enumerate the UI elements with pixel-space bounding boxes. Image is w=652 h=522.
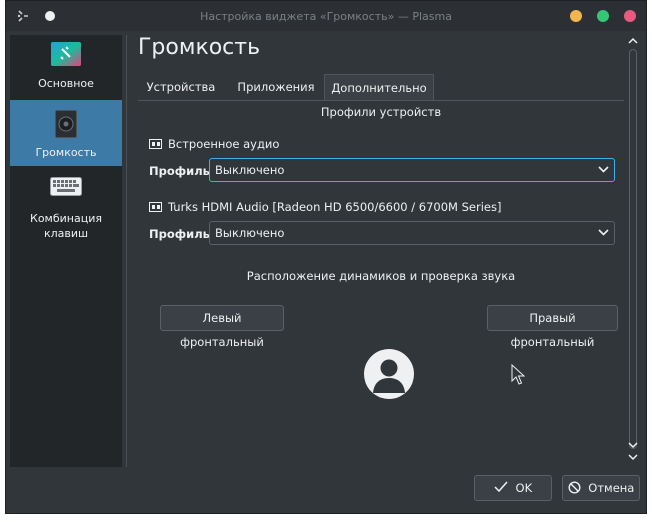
chevron-down-icon bbox=[598, 159, 609, 189]
cancel-button[interactable]: Отмена bbox=[562, 475, 640, 501]
mouse-cursor-icon bbox=[511, 363, 526, 390]
ok-button-label: OK bbox=[515, 481, 533, 495]
cancel-button-label: Отмена bbox=[588, 481, 635, 495]
profile-select-value: Выключено bbox=[215, 226, 285, 240]
sidebar-item-volume[interactable]: Громкость bbox=[10, 100, 122, 166]
sidebar-item-label: Комбинация клавиш bbox=[30, 212, 102, 240]
profile-select-value: Выключено bbox=[215, 163, 285, 177]
device-row: Turks HDMI Audio [Radeon HD 6500/6600 / … bbox=[149, 200, 502, 214]
keyboard-icon bbox=[50, 175, 82, 203]
minimize-button[interactable] bbox=[570, 10, 582, 22]
speaker-section-title: Расположение динамиков и проверка звука bbox=[246, 269, 516, 283]
profile-label: Профиль: bbox=[149, 227, 215, 241]
right-front-speaker-button[interactable]: Правый фронтальный bbox=[487, 305, 618, 349]
sidebar-item-label: Основное bbox=[38, 77, 94, 90]
speaker-icon bbox=[50, 110, 82, 138]
chevron-down-icon bbox=[598, 222, 609, 252]
profile-select[interactable]: Выключено bbox=[209, 158, 615, 182]
settings-window: Настройка виджета «Громкость» — Plasma О… bbox=[5, 0, 647, 514]
scrollbar[interactable] bbox=[628, 35, 638, 465]
sidebar-item-shortcuts[interactable]: Комбинация клавиш bbox=[10, 175, 122, 255]
sidebar-item-general[interactable]: Основное bbox=[10, 41, 122, 99]
sidebar-divider bbox=[126, 35, 127, 467]
device-name: Turks HDMI Audio [Radeon HD 6500/6600 / … bbox=[168, 200, 502, 214]
sidebar-item-label: Громкость bbox=[35, 146, 97, 159]
tab-advanced[interactable]: Дополнительно bbox=[324, 74, 434, 100]
window-title: Настройка виджета «Громкость» — Plasma bbox=[200, 10, 452, 23]
cancel-icon bbox=[568, 481, 589, 495]
scroll-up-icon[interactable] bbox=[628, 37, 638, 48]
listener-avatar-icon bbox=[364, 349, 414, 399]
check-icon bbox=[494, 481, 516, 495]
scrollbar-track[interactable] bbox=[629, 49, 637, 449]
tab-applications[interactable]: Приложения bbox=[230, 74, 322, 100]
tab-devices[interactable]: Устройства bbox=[142, 74, 220, 100]
scroll-down-icon[interactable] bbox=[628, 453, 638, 464]
page-title: Громкость bbox=[138, 35, 261, 60]
profile-select[interactable]: Выключено bbox=[209, 221, 615, 245]
scroll-down-icon[interactable] bbox=[628, 441, 638, 452]
section-title: Профили устройств bbox=[320, 105, 442, 119]
sound-card-icon bbox=[149, 139, 162, 149]
sound-card-icon bbox=[149, 202, 162, 212]
sidebar: Основное Громкость Комбинация клавиш bbox=[10, 35, 122, 467]
device-row: Встроенное аудио bbox=[149, 137, 279, 151]
profile-label: Профиль: bbox=[149, 164, 215, 178]
device-name: Встроенное аудио bbox=[168, 137, 280, 151]
maximize-button[interactable] bbox=[597, 10, 609, 22]
title-bar: Настройка виджета «Громкость» — Plasma bbox=[6, 1, 646, 31]
ok-button[interactable]: OK bbox=[474, 475, 552, 501]
close-button[interactable] bbox=[624, 10, 636, 22]
left-front-speaker-button[interactable]: Левый фронтальный bbox=[160, 305, 284, 349]
general-settings-icon bbox=[50, 41, 82, 69]
